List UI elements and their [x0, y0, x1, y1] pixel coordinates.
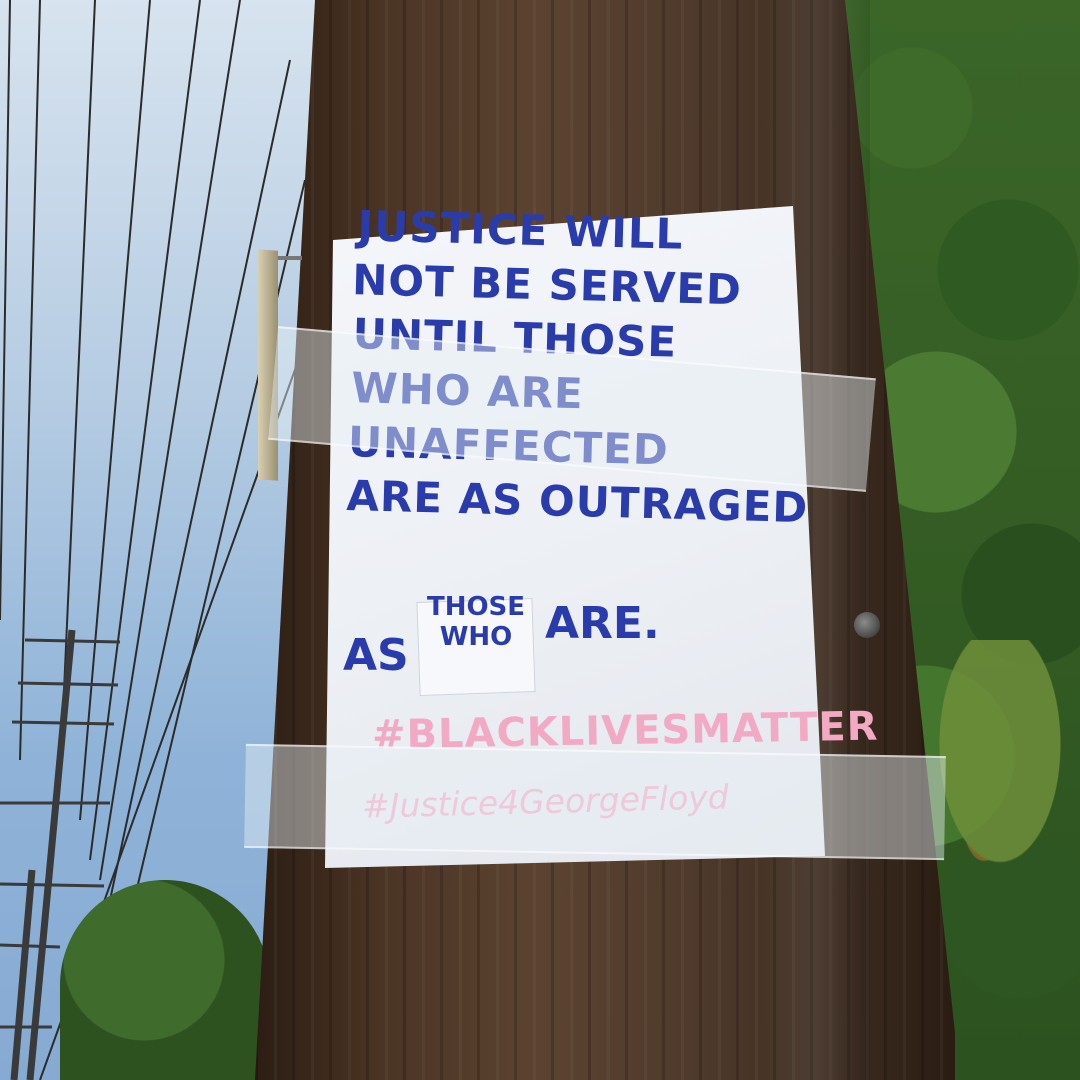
tree-foliage-bottom-left	[60, 880, 270, 1080]
packing-tape-bottom	[244, 743, 946, 861]
poster-last-line-start: AS	[343, 630, 409, 681]
patch-text: THOSE WHO	[420, 592, 532, 652]
poster-last-line-end: ARE.	[545, 598, 660, 649]
patch-text-top: THOSE	[426, 592, 526, 622]
photo-scene: JUSTICE WILL NOT BE SERVED UNTIL THOSE W…	[0, 0, 1080, 1080]
pole-bolt	[854, 612, 880, 638]
patch-text-bottom: WHO	[439, 622, 513, 652]
